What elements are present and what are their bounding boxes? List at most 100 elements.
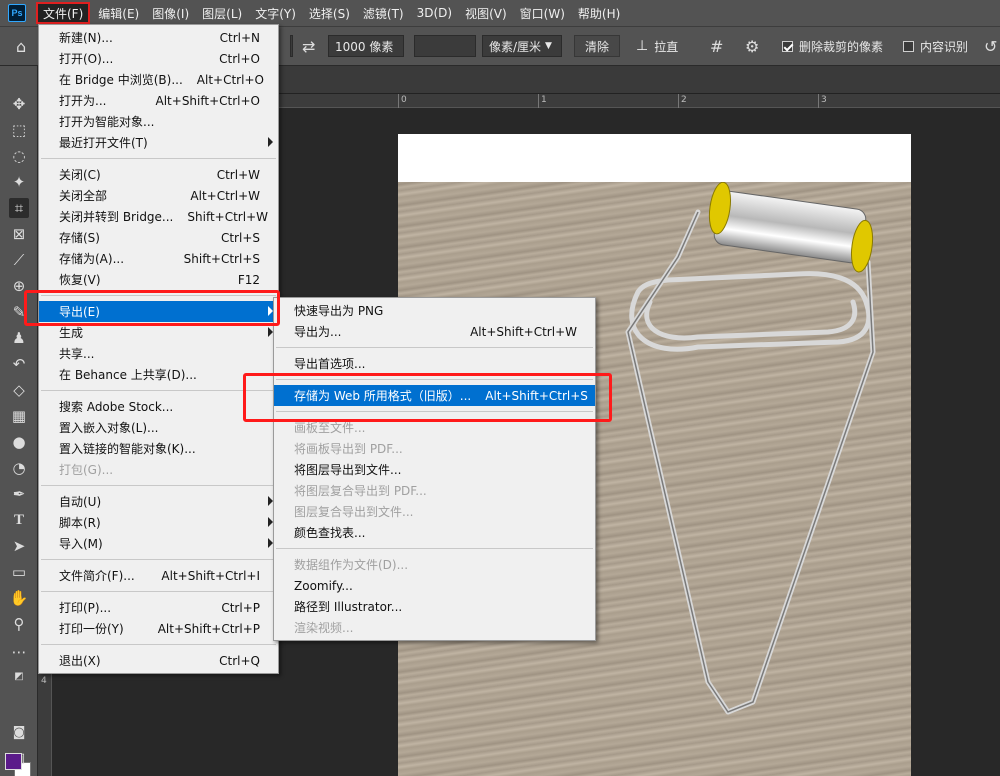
unit-select[interactable]: 像素/厘米 ▼ — [482, 35, 562, 57]
reset-icon[interactable]: ↺ — [984, 35, 997, 57]
file_menu-item-u[interactable]: 自动(U) — [39, 491, 278, 512]
pen-tool-icon[interactable]: ✒ — [9, 484, 29, 504]
width-field-edge[interactable] — [290, 35, 293, 57]
home-icon[interactable]: ⌂ — [16, 35, 26, 57]
file_menu-item-f[interactable]: 文件简介(F)... Alt+Shift+Ctrl+I — [39, 565, 278, 586]
menu-item-label: 打印一份(Y) — [59, 622, 124, 636]
swap-dimensions-icon[interactable]: ⇄ — [302, 35, 315, 57]
type-tool-icon[interactable]: T — [9, 510, 29, 530]
menu-item-label: 路径到 Illustrator... — [294, 600, 403, 614]
file_menu-item-p[interactable]: 打印(P)... Ctrl+P — [39, 597, 278, 618]
file_menu-item-16[interactable]: 共享... — [39, 343, 278, 364]
height-input[interactable]: 1000 像素 — [328, 35, 404, 57]
clear-button[interactable]: 清除 — [574, 35, 621, 57]
menu-item-label: 渲染视频... — [294, 621, 354, 635]
menu-e[interactable]: 编辑(E) — [93, 2, 144, 24]
rectangle-tool-icon[interactable]: ▭ — [9, 562, 29, 582]
quick-mask-icon[interactable]: ◙ — [9, 722, 29, 742]
file_menu-item-4[interactable]: 打开为智能对象... — [39, 111, 278, 132]
menu-w[interactable]: 窗口(W) — [515, 2, 570, 24]
file_menu-item-m[interactable]: 导入(M) — [39, 533, 278, 554]
eyedropper-tool-icon[interactable]: ⟋ — [9, 250, 29, 270]
clone-stamp-tool-icon[interactable]: ♟ — [9, 328, 29, 348]
export_menu-item-zoomify[interactable]: Zoomify... — [274, 575, 595, 596]
frame-tool-icon[interactable]: ⊠ — [9, 224, 29, 244]
menu-item-label: 导出首选项... — [294, 357, 366, 371]
file_menu-item-s[interactable]: 存储(S) Ctrl+S — [39, 227, 278, 248]
brush-tool-icon[interactable]: ✎ — [9, 302, 29, 322]
file_menu-item-15[interactable]: 生成 — [39, 322, 278, 343]
menu-item-label: 存储为 Web 所用格式（旧版）... — [294, 389, 472, 403]
crop-tool-icon[interactable]: ⌗ — [9, 198, 29, 218]
file_menu-item-bridge[interactable]: 关闭并转到 Bridge... Shift+Ctrl+W — [39, 206, 278, 227]
file_menu-item-r[interactable]: 脚本(R) — [39, 512, 278, 533]
menu-separator — [41, 390, 276, 391]
file_menu-item-k[interactable]: 置入链接的智能对象(K)... — [39, 438, 278, 459]
lasso-tool-icon[interactable]: ◌ — [9, 146, 29, 166]
history-brush-tool-icon[interactable]: ↶ — [9, 354, 29, 374]
delete-cropped-checkbox[interactable]: 删除裁剪的像素 — [782, 35, 883, 57]
default-colors-icon[interactable]: ◩ — [9, 666, 29, 686]
export_menu-item-12[interactable]: 颜色查找表... — [274, 522, 595, 543]
file_menu-item-8[interactable]: 关闭全部 Alt+Ctrl+W — [39, 185, 278, 206]
menu-y[interactable]: 文字(Y) — [250, 2, 301, 24]
overlay-grid-icon[interactable]: # — [710, 35, 723, 57]
menu-f[interactable]: 文件(F) — [36, 2, 91, 24]
menu-h[interactable]: 帮助(H) — [573, 2, 625, 24]
menu-item-label: 恢复(V) — [59, 273, 101, 287]
menu-t[interactable]: 滤镜(T) — [358, 2, 409, 24]
menu-v[interactable]: 视图(V) — [460, 2, 512, 24]
menu-item-shortcut: Ctrl+P — [221, 600, 260, 615]
file_menu-item-e[interactable]: 导出(E) — [39, 301, 278, 322]
gear-icon[interactable]: ⚙ — [745, 35, 759, 57]
export_menu-item-3[interactable]: 导出首选项... — [274, 353, 595, 374]
file_menu-item-bridge-b[interactable]: 在 Bridge 中浏览(B)... Alt+Ctrl+O — [39, 69, 278, 90]
content-aware-checkbox[interactable]: 内容识别 — [903, 35, 968, 57]
menu-item-label: 置入链接的智能对象(K)... — [59, 442, 196, 456]
file_menu-item-a[interactable]: 存储为(A)... Shift+Ctrl+S — [39, 248, 278, 269]
file_menu-item-o[interactable]: 打开(O)... Ctrl+O — [39, 48, 278, 69]
file_menu-item-l[interactable]: 置入嵌入对象(L)... — [39, 417, 278, 438]
straighten-button[interactable]: ⊥ 拉直 — [636, 35, 678, 57]
menu-item-label: 关闭(C) — [59, 168, 101, 182]
zoom-tool-icon[interactable]: ⚲ — [9, 614, 29, 634]
healing-brush-tool-icon[interactable]: ⊕ — [9, 276, 29, 296]
file_menu-item-y[interactable]: 打印一份(Y) Alt+Shift+Ctrl+P — [39, 618, 278, 639]
file_menu-item-x[interactable]: 退出(X) Ctrl+Q — [39, 650, 278, 671]
resolution-input[interactable] — [414, 35, 476, 57]
menu-3d-d[interactable]: 3D(D) — [412, 2, 457, 24]
file_menu-item-n[interactable]: 新建(N)... Ctrl+N — [39, 27, 278, 48]
path-selection-tool-icon[interactable]: ➤ — [9, 536, 29, 556]
export_menu-item-illustrator[interactable]: 路径到 Illustrator... — [274, 596, 595, 617]
export_menu-item-9[interactable]: 将图层导出到文件... — [274, 459, 595, 480]
file_menu-item-adobe-stock[interactable]: 搜索 Adobe Stock... — [39, 396, 278, 417]
menu-item-shortcut: F12 — [237, 272, 260, 287]
file_menu-item-t[interactable]: 最近打开文件(T) — [39, 132, 278, 153]
eraser-tool-icon[interactable]: ◇ — [9, 380, 29, 400]
menu-s[interactable]: 选择(S) — [304, 2, 355, 24]
menu-item-label: 置入嵌入对象(L)... — [59, 421, 159, 435]
menu-item-label: 存储(S) — [59, 231, 100, 245]
file_menu-item-c[interactable]: 关闭(C) Ctrl+W — [39, 164, 278, 185]
menu-item-shortcut: Alt+Ctrl+O — [196, 72, 264, 87]
export_menu-item-1[interactable]: 导出为... Alt+Shift+Ctrl+W — [274, 321, 595, 342]
file_menu-item-v[interactable]: 恢复(V) F12 — [39, 269, 278, 290]
marquee-tool-icon[interactable]: ⬚ — [9, 120, 29, 140]
export_menu-item-png[interactable]: 快速导出为 PNG — [274, 300, 595, 321]
menu-item-shortcut: Shift+Ctrl+S — [183, 251, 260, 266]
more-tools-icon[interactable]: ⋯ — [9, 642, 29, 662]
magic-wand-tool-icon[interactable]: ✦ — [9, 172, 29, 192]
move-tool-icon[interactable]: ✥ — [9, 94, 29, 114]
ruler-label: 1 — [541, 95, 547, 105]
export_menu-item-17: 渲染视频... — [274, 617, 595, 638]
hand-tool-icon[interactable]: ✋ — [9, 588, 29, 608]
dodge-tool-icon[interactable]: ◔ — [9, 458, 29, 478]
export_menu-item-web[interactable]: 存储为 Web 所用格式（旧版）... Alt+Shift+Ctrl+S — [274, 385, 595, 406]
file_menu-item-3[interactable]: 打开为... Alt+Shift+Ctrl+O — [39, 90, 278, 111]
foreground-color-swatch[interactable] — [5, 753, 22, 770]
menu-i[interactable]: 图像(I) — [147, 2, 194, 24]
gradient-tool-icon[interactable]: ▦ — [9, 406, 29, 426]
blur-tool-icon[interactable]: ● — [9, 432, 29, 452]
file_menu-item-behance-d[interactable]: 在 Behance 上共享(D)... — [39, 364, 278, 385]
menu-l[interactable]: 图层(L) — [197, 2, 247, 24]
